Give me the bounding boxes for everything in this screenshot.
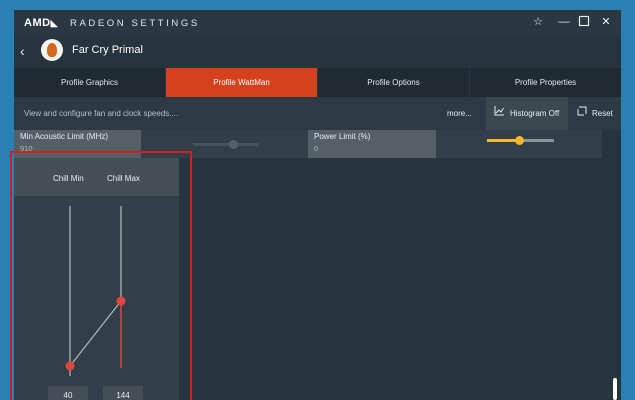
game-header: ‹ Far Cry Primal	[14, 36, 621, 68]
wattman-toolbar: View and configure fan and clock speeds.…	[14, 97, 621, 130]
min-acoustic-slider-track[interactable]	[193, 143, 259, 146]
power-limit-value: 0	[314, 144, 319, 153]
power-limit-slider-thumb[interactable]	[515, 136, 524, 145]
amd-logo: AMD◣	[24, 17, 58, 29]
tab-profile-graphics[interactable]: Profile Graphics	[14, 68, 166, 97]
minimize-icon[interactable]: —	[557, 15, 571, 29]
toolbar-description: View and configure fan and clock speeds.…	[24, 109, 179, 118]
more-link[interactable]: more...	[447, 109, 472, 118]
power-limit-cell: Power Limit (%) 0	[308, 130, 436, 158]
min-acoustic-limit-label: Min Acoustic Limit (MHz)	[20, 132, 109, 141]
tab-profile-properties[interactable]: Profile Properties	[470, 68, 621, 97]
highlight-annotation-box	[10, 151, 192, 400]
power-limit-slider-cell	[436, 130, 602, 158]
back-arrow-icon[interactable]: ‹	[20, 43, 25, 59]
histogram-toggle-button[interactable]: Histogram Off	[486, 97, 568, 130]
star-icon[interactable]: ☆	[531, 15, 545, 29]
tab-profile-wattman[interactable]: Profile WattMan	[166, 68, 318, 97]
power-limit-label: Power Limit (%)	[314, 132, 371, 141]
histogram-label: Histogram Off	[510, 109, 560, 118]
maximize-icon[interactable]	[577, 15, 591, 29]
histogram-icon	[494, 106, 504, 116]
min-acoustic-slider-thumb[interactable]	[229, 140, 238, 149]
close-icon[interactable]: ✕	[599, 15, 613, 29]
profile-tabs: Profile Graphics Profile WattMan Profile…	[14, 68, 621, 97]
tab-profile-options[interactable]: Profile Options	[318, 68, 470, 97]
reset-button[interactable]: Reset	[592, 109, 613, 118]
title-bar: AMD◣ RADEON SETTINGS ☆ — ✕	[14, 10, 621, 36]
game-title: Far Cry Primal	[72, 44, 143, 56]
game-icon	[41, 39, 63, 61]
app-title: RADEON SETTINGS	[70, 18, 200, 29]
reset-icon[interactable]	[577, 106, 587, 116]
amd-arrow-icon: ◣	[50, 18, 58, 28]
scrollbar-thumb[interactable]	[613, 378, 617, 400]
